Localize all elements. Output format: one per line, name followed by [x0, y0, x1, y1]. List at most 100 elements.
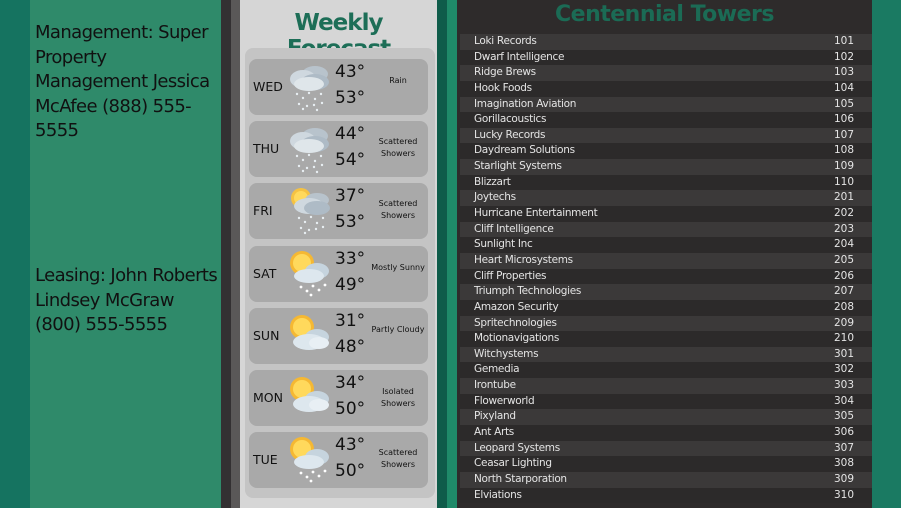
tenant-name: Spritechnologies [474, 316, 557, 329]
tenant-suite-number: 306 [833, 426, 854, 439]
tenant-suite-number: 208 [833, 300, 854, 313]
tenant-suite-number: 103 [833, 66, 854, 79]
tenant-name: Pixyland [474, 410, 516, 423]
tenant-suite-number: 204 [833, 238, 854, 251]
tenant-suite-number: 101 [833, 35, 854, 47]
low-temperature: 48° [335, 336, 366, 357]
tenant-suite-number: 307 [833, 441, 854, 454]
tenant-row: Daydream Solutions 108 [460, 143, 872, 160]
day-name: THU [253, 141, 280, 157]
tenant-row: Heart Microsystems 205 [460, 252, 872, 269]
tenant-row: Witchystems 301 [460, 346, 872, 363]
high-temperature: 43° [335, 435, 366, 456]
tenant-suite-number: 109 [833, 160, 854, 173]
tenant-suite-number: 110 [833, 175, 854, 188]
tenant-name: Triumph Technologies [474, 285, 582, 298]
divider [231, 0, 240, 508]
tenant-row: Ant Arts 306 [460, 425, 872, 441]
tenant-name: Motionavigations [474, 332, 560, 345]
tenant-name: Hurricane Entertainment [474, 207, 598, 220]
right-border-strip [872, 0, 901, 508]
day-name: SUN [253, 327, 280, 343]
tenant-suite-number: 105 [833, 97, 854, 110]
low-temperature: 50° [335, 399, 366, 419]
tenant-row: Spritechnologies 209 [460, 315, 872, 332]
tenant-suite-number: 206 [833, 269, 854, 282]
weather-condition: Scattered Showers [378, 137, 418, 159]
high-temperature: 37° [335, 186, 366, 207]
divider [447, 0, 457, 508]
tenant-suite-number: 210 [833, 332, 854, 345]
tenant-row: Starlight Systems 109 [460, 159, 872, 175]
tenant-row: Irontube 303 [460, 378, 872, 394]
day-name: WED [253, 79, 283, 94]
sun-cloud-icon [287, 373, 333, 423]
tenant-row: Gorillacoustics 106 [460, 112, 872, 128]
tenant-row: Flowerworld 304 [460, 393, 872, 410]
sun-cloud-rain-icon [287, 435, 333, 485]
contacts-panel: Management: Super Property Management Je… [30, 0, 221, 508]
tenant-suite-number: 303 [833, 379, 854, 392]
tenant-name: Elviations [474, 488, 522, 501]
day-name: FRI [253, 203, 273, 219]
high-temperature: 33° [335, 248, 366, 269]
weekly-forecast-panel: Weekly Forecast WED43°53°RainTHU44°54°Sc… [240, 0, 437, 508]
tenant-suite-number: 302 [833, 363, 854, 376]
forecast-day-card: MON 34° 50° Isolated Showers [249, 370, 428, 426]
forecast-day-card: FRI 37° 53° Scattered Showers [249, 183, 428, 240]
leasing-contact: Leasing: John Roberts Lindsey McGraw (80… [35, 265, 218, 335]
tenant-name: Amazon Security [474, 300, 559, 313]
tenant-name: Witchystems [474, 347, 539, 360]
sun-cloud-icon [287, 311, 333, 361]
tenant-name: Ceasar Lighting [474, 457, 552, 470]
tenant-row: Loki Records 101 [460, 34, 872, 50]
tenant-name: Leopard Systems [474, 441, 560, 454]
tenant-row: Dwarf Intelligence 102 [460, 49, 872, 66]
left-border-strip [0, 0, 30, 508]
tenant-row: Motionavigations 210 [460, 331, 872, 347]
tenant-suite-number: 301 [833, 347, 854, 360]
tenant-name: Lucky Records [474, 128, 546, 141]
sun-cloud-rain-icon [287, 249, 333, 299]
tenant-row: Ceasar Lighting 308 [460, 456, 872, 472]
forecast-day-card: THU 44° 54° Scattered Showers [249, 121, 428, 178]
tenant-suite-number: 308 [833, 457, 854, 470]
tenant-row: Triumph Technologies 207 [460, 284, 872, 300]
sun-rain-cloud-icon [287, 186, 333, 236]
tenant-row: Cliff Intelligence 203 [460, 221, 872, 238]
tenant-row: Amazon Security 208 [460, 299, 872, 316]
low-temperature: 54° [335, 150, 366, 171]
tenant-row: Hurricane Entertainment 202 [460, 206, 872, 222]
tenant-name: Ant Arts [474, 426, 514, 439]
tenant-name: Loki Records [474, 35, 537, 47]
tenant-name: Imagination Aviation [474, 97, 577, 110]
tenant-name: Cliff Intelligence [474, 222, 554, 235]
low-temperature: 53° [335, 212, 366, 233]
tenant-suite-number: 305 [833, 410, 854, 423]
day-name: SAT [253, 265, 277, 281]
tenant-suite-number: 107 [833, 128, 854, 141]
management-contact: Management: Super Property Management Je… [35, 22, 210, 141]
tenant-name: Hook Foods [474, 81, 532, 94]
tenant-row: Hook Foods 104 [460, 80, 872, 97]
tenant-row: Blizzart 110 [460, 174, 872, 191]
low-temperature: 53° [335, 88, 366, 108]
tenant-suite-number: 205 [833, 253, 854, 266]
tenant-name: Sunlight Inc [474, 238, 533, 251]
weather-condition: Isolated Showers [381, 387, 415, 408]
tenant-name: Cliff Properties [474, 269, 547, 282]
day-name: TUE [253, 452, 278, 468]
tenant-suite-number: 201 [833, 191, 854, 204]
weather-condition: Scattered Showers [378, 448, 418, 470]
tenant-list: Loki Records 101 Dwarf Intelligence 102 Ridg… [460, 34, 872, 504]
tenant-suite-number: 209 [833, 316, 854, 329]
building-title: Centennial Towers [555, 2, 774, 27]
tenant-row: Leopard Systems 307 [460, 440, 872, 457]
tenant-row: Gemedia 302 [460, 362, 872, 379]
weather-condition: Partly Cloudy [371, 324, 425, 334]
forecast-list: WED 43° 53° Rain THU 44° 54° Scattered Showers F… [245, 48, 435, 498]
tenant-suite-number: 309 [833, 472, 854, 485]
tenant-row: Imagination Aviation 105 [460, 96, 872, 113]
tenant-name: Heart Microsystems [474, 253, 573, 266]
tenant-name: Ridge Brews [474, 66, 536, 79]
